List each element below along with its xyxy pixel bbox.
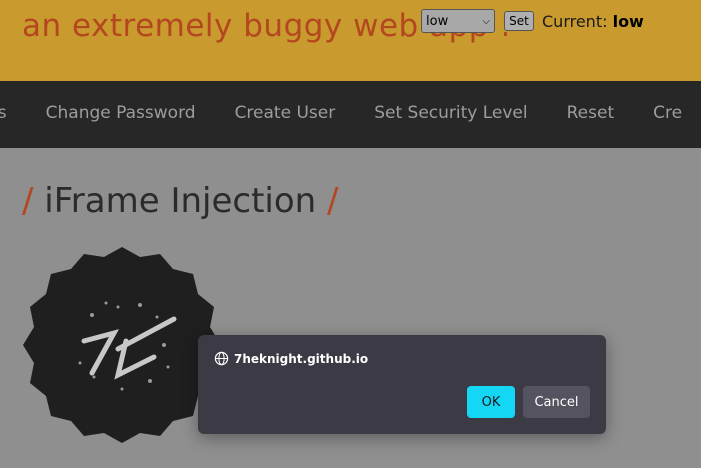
- current-value: low: [612, 11, 644, 31]
- cancel-button[interactable]: Cancel: [523, 386, 590, 418]
- globe-icon: [214, 351, 229, 366]
- site-header: an extremely buggy web app ! low ⌵ Set C…: [0, 0, 701, 81]
- nav-item-credits[interactable]: Cre: [653, 103, 682, 123]
- main-navbar: gs Change Password Create User Set Secur…: [0, 81, 701, 148]
- page-title: / iFrame Injection /: [22, 181, 339, 221]
- title-slash-right: /: [327, 181, 339, 221]
- current-label: Current:: [542, 11, 608, 31]
- browser-alert-dialog: 7heknight.github.io OK Cancel: [198, 335, 606, 434]
- nav-item-bugs[interactable]: gs: [0, 103, 7, 123]
- page-title-text: iFrame Injection: [44, 181, 317, 221]
- nav-item-create-user[interactable]: Create User: [235, 103, 336, 123]
- current-security-level: Current: low: [542, 12, 644, 31]
- nav-item-reset[interactable]: Reset: [567, 103, 615, 123]
- chevron-down-icon: ⌵: [482, 15, 490, 27]
- nav-items: gs Change Password Create User Set Secur…: [0, 103, 701, 123]
- security-level-selected: low: [426, 13, 449, 29]
- dialog-origin-text: 7heknight.github.io: [234, 351, 369, 366]
- security-level-select[interactable]: low ⌵: [421, 9, 495, 33]
- nav-item-change-password[interactable]: Change Password: [46, 103, 196, 123]
- security-level-form: low ⌵ Set Current: low: [421, 9, 644, 33]
- title-slash-left: /: [22, 181, 34, 221]
- dialog-origin: 7heknight.github.io: [214, 351, 368, 366]
- nav-item-set-security-level[interactable]: Set Security Level: [374, 103, 527, 123]
- set-security-button[interactable]: Set: [504, 11, 534, 31]
- ok-button[interactable]: OK: [467, 386, 515, 418]
- logo-badge: [23, 247, 221, 443]
